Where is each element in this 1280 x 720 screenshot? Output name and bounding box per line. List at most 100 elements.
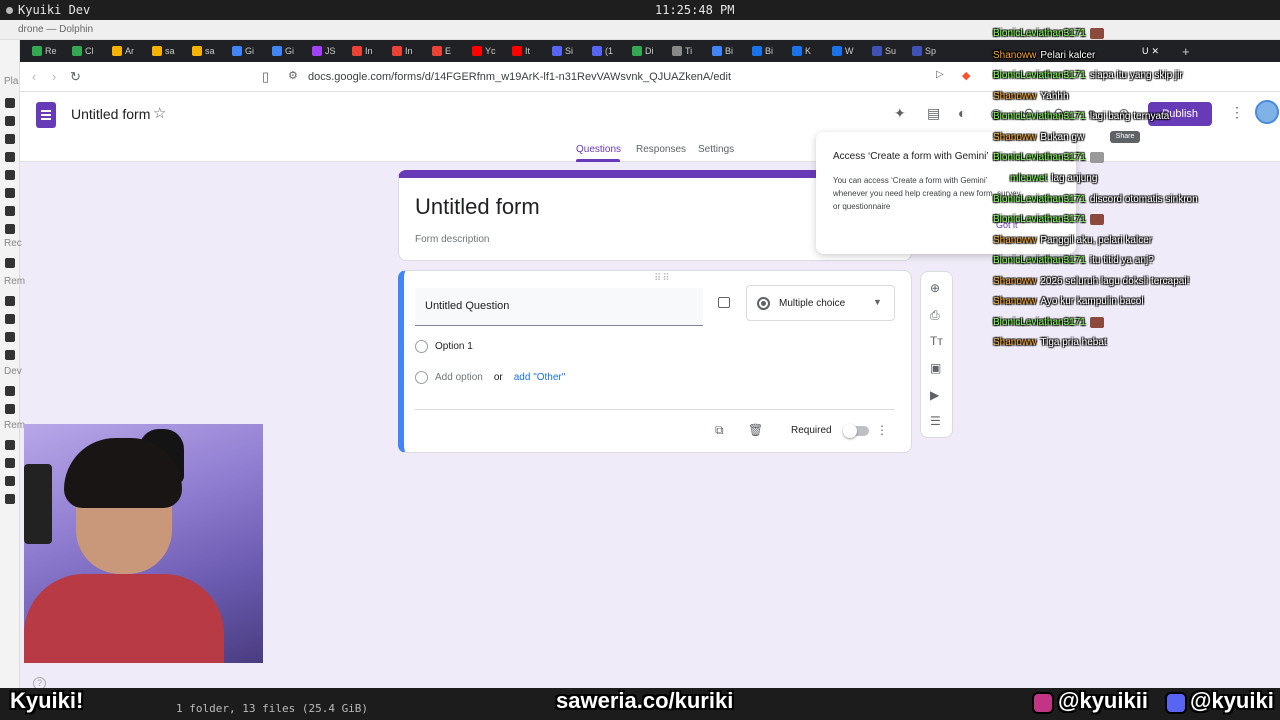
person-body-shape [24,574,224,663]
browser-tab[interactable]: Di [632,43,654,59]
browser-tab[interactable]: Bi [752,43,773,59]
drag-handle-icon[interactable]: ⠿⠿ [654,273,671,284]
browser-tab[interactable]: K [792,43,811,59]
chat-message: BionicLeviathan3171 itu titid ya anj? [993,255,1154,266]
removable-drive-icon[interactable] [5,440,15,450]
removable-drive-icon-4[interactable] [5,494,15,504]
add-section-icon[interactable]: ☰ [930,414,941,428]
add-video-icon[interactable]: ▶ [930,388,939,402]
recent-locations-icon[interactable] [5,314,15,324]
browser-tab[interactable]: Re [32,43,57,59]
removable-drive-icon-2[interactable] [5,458,15,468]
dolphin-side-panel: Pla Rec Rem Dev Rem [0,40,25,690]
tab-responses[interactable]: Responses [636,144,686,155]
removable-label: Rem [4,420,26,431]
question-title-input[interactable]: Untitled Question [415,288,703,326]
music-icon[interactable] [5,170,15,180]
browser-tab[interactable]: Bi [712,43,733,59]
browser-tab[interactable]: JS [312,43,336,59]
option-label[interactable]: Option 1 [435,341,473,352]
browser-tab-active[interactable]: U ✕ [1142,43,1159,59]
star-icon[interactable]: ☆ [153,104,166,122]
calendar-icon-2[interactable] [5,350,15,360]
drive-icon[interactable] [5,386,15,396]
reload-icon[interactable]: ↻ [70,69,81,85]
browser-tab[interactable]: In [392,43,413,59]
chat-message: Shanoww Pelari kalcer [993,50,1096,61]
browser-tab[interactable]: In [352,43,373,59]
share-page-icon[interactable]: ▷ [936,69,944,80]
palette-icon[interactable]: ◐ [958,105,966,121]
browser-tab[interactable]: sa [152,43,175,59]
add-option-link[interactable]: Add option [435,372,483,383]
forms-logo-icon[interactable] [36,102,56,128]
browser-tab[interactable]: W [832,43,854,59]
duplicate-icon[interactable]: ⧉ [715,423,724,438]
documents-icon[interactable] [5,134,15,144]
required-toggle[interactable] [843,424,869,438]
chat-user: Shanoww [993,91,1037,102]
tab-questions[interactable]: Questions [576,144,621,155]
form-description-input[interactable]: Form description [415,234,489,245]
avatar[interactable] [1255,100,1279,124]
browser-tab[interactable]: sa [192,43,215,59]
browser-tab[interactable]: Yc [472,43,496,59]
close-tab-icon[interactable]: ✕ [1152,46,1160,57]
trash-icon[interactable] [5,224,15,234]
add-image-icon[interactable] [718,297,730,308]
addons-icon[interactable]: ✦ [894,105,906,122]
browser-tab[interactable]: It [512,43,530,59]
chat-message: Shanoww Panggil aku, pelari kalcer [993,235,1153,246]
import-questions-icon[interactable]: ⎙ [930,308,940,323]
browser-tab[interactable]: Sp [912,43,936,59]
browser-tab[interactable]: Ti [672,43,692,59]
drive-icon-2[interactable] [5,404,15,414]
question-card[interactable]: ⠿⠿ Untitled Question Multiple choice ▼ O… [398,270,912,453]
calendar-icon[interactable] [5,332,15,342]
forward-icon[interactable]: › [52,69,56,84]
brave-shield-icon[interactable]: ◆ [962,69,970,82]
chat-user: BionicLeviathan3171 [993,111,1086,122]
desktop-icon[interactable] [5,116,15,126]
home-icon[interactable] [5,98,15,108]
add-question-icon[interactable]: ⊕ [930,281,940,295]
back-icon[interactable]: ‹ [32,69,36,84]
bookmark-icon[interactable]: ▯ [262,69,269,85]
videos-icon[interactable] [5,206,15,216]
browser-tab[interactable]: Gi [232,43,254,59]
recent-files-icon[interactable] [5,296,15,306]
chat-message: mleowet lag anjung [1010,173,1098,184]
chat-message: BionicLeviathan3171 [993,152,1104,163]
question-more-icon[interactable]: ⋮ [876,423,888,437]
browser-tab[interactable]: Ar [112,43,134,59]
option-row[interactable]: Option 1 [415,340,473,353]
devices-label: Dev [4,366,22,377]
browser-tab[interactable]: E [432,43,451,59]
add-other-link[interactable]: add "Other" [514,372,566,383]
downloads-icon[interactable] [5,152,15,162]
new-tab-icon[interactable]: + [1182,43,1190,59]
url-input[interactable]: docs.google.com/forms/d/14FGERfnm_w19ArK… [308,71,731,83]
add-image-toolbar-icon[interactable]: ▣ [930,361,941,375]
tab-settings[interactable]: Settings [698,144,734,155]
dropdown-arrow-icon: ▼ [873,297,882,307]
copy-to-sheets-icon[interactable]: ▤ [927,105,940,122]
browser-tab[interactable]: Gi [272,43,294,59]
removable-drive-icon-3[interactable] [5,476,15,486]
delete-icon[interactable]: 🗑 [748,423,763,437]
site-info-icon[interactable]: ⚙ [288,69,298,82]
form-title-input[interactable]: Untitled form [415,194,540,220]
browser-tab[interactable]: Su [872,43,896,59]
option-radio-icon [415,340,428,353]
doc-title[interactable]: Untitled form [71,106,150,122]
browser-tab[interactable]: Si [552,43,573,59]
browser-tab[interactable]: (1 [592,43,613,59]
pictures-icon[interactable] [5,188,15,198]
share-tooltip: Share [1110,131,1140,143]
add-title-icon[interactable]: Tт [930,334,943,348]
more-options-icon[interactable]: ⋮ [1230,104,1244,121]
network-icon[interactable] [5,258,15,268]
browser-tab[interactable]: Cl [72,43,94,59]
chat-user: Shanoww [993,276,1037,287]
question-type-select[interactable]: Multiple choice ▼ [746,285,895,321]
